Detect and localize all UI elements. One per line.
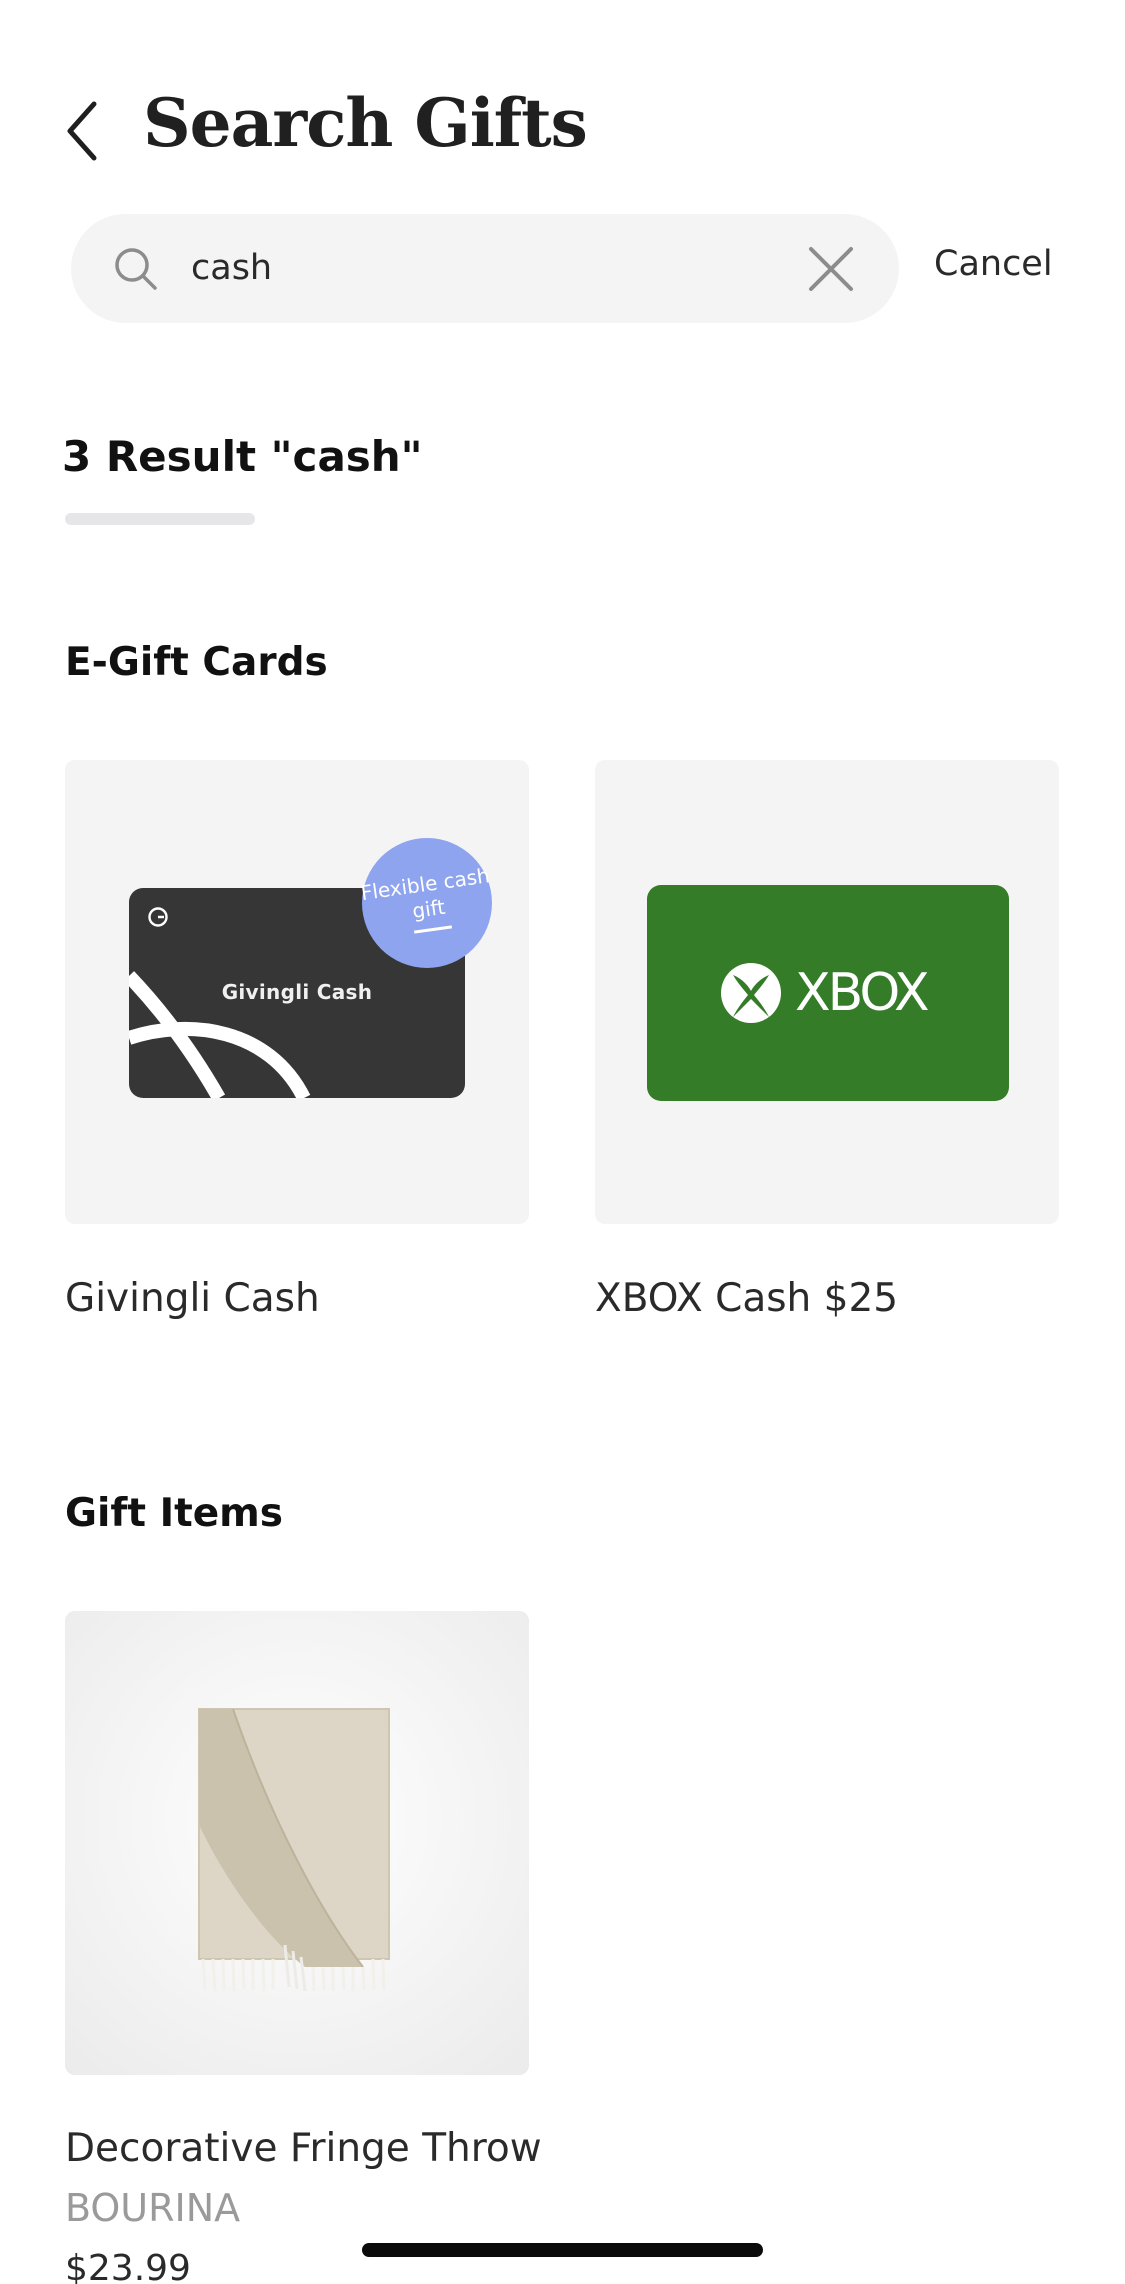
xbox-logo-icon — [721, 963, 781, 1023]
fringe-throw-name[interactable]: Decorative Fringe Throw — [65, 2126, 542, 2171]
xbox-card-image: XBOX — [647, 885, 1009, 1101]
fringe-throw-image — [198, 1708, 390, 1992]
egift-section-title: E-Gift Cards — [65, 640, 328, 685]
search-icon — [115, 248, 157, 290]
page-title: Search Gifts — [143, 84, 588, 162]
results-tab[interactable]: 3 Result "cash" — [62, 432, 423, 481]
fringe-throw-tile[interactable] — [65, 1611, 529, 2075]
xbox-wordmark: XBOX — [795, 963, 930, 1023]
badge-text: Flexible cash gift — [359, 863, 492, 924]
flexible-cash-badge: Flexible cash gift — [359, 838, 492, 968]
header: Search Gifts — [0, 70, 1125, 190]
home-indicator[interactable] — [362, 2243, 763, 2257]
fringe-throw-price: $23.99 — [65, 2248, 191, 2284]
xbox-cash-name[interactable]: XBOX Cash $25 — [595, 1276, 898, 1321]
cancel-button[interactable]: Cancel — [934, 244, 1053, 284]
clear-search-button[interactable] — [805, 243, 857, 295]
givingli-logo-icon — [148, 907, 168, 927]
search-input[interactable] — [191, 236, 751, 300]
givingli-cash-tile[interactable]: Givingli Cash Flexible cash gift — [65, 760, 529, 1224]
search-bar[interactable] — [71, 214, 899, 323]
chevron-left-icon — [67, 101, 97, 161]
givingli-card-label: Givingli Cash — [221, 980, 373, 1004]
badge-underline — [413, 925, 453, 934]
back-button[interactable] — [56, 96, 116, 166]
givingli-cash-name[interactable]: Givingli Cash — [65, 1276, 320, 1321]
fringe-throw-brand: BOURINA — [65, 2186, 241, 2230]
xbox-cash-tile[interactable]: XBOX — [595, 760, 1059, 1224]
results-tab-indicator — [65, 513, 255, 525]
gift-items-section-title: Gift Items — [65, 1491, 284, 1536]
search-gifts-screen: Search Gifts Cancel 3 Result "cash" E-Gi… — [0, 0, 1125, 2284]
close-icon — [809, 247, 853, 291]
